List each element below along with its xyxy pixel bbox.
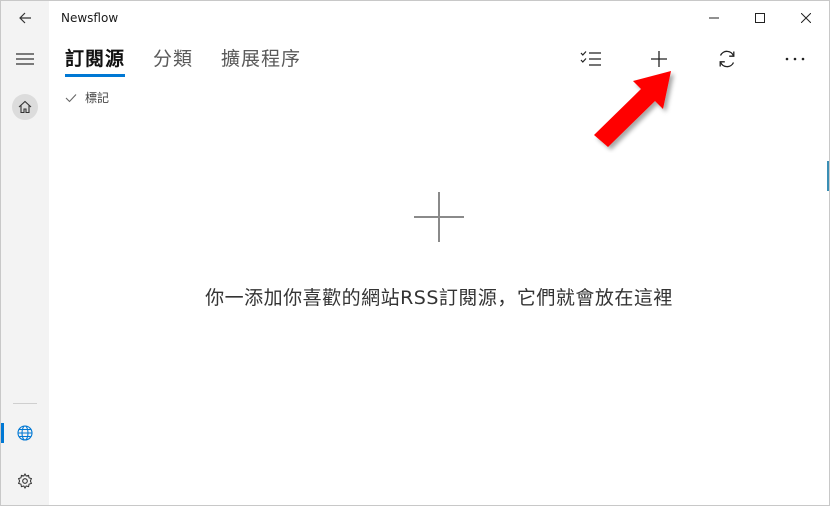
plus-icon <box>651 51 667 67</box>
gear-icon <box>17 473 33 489</box>
title-bar: Newsflow <box>1 1 829 35</box>
large-plus-icon <box>414 192 464 242</box>
minimize-icon <box>709 17 719 19</box>
empty-state: 你一添加你喜歡的網站RSS訂閱源，它們就會放在這裡 <box>49 191 829 310</box>
feeds-nav-button[interactable] <box>1 413 49 453</box>
window-controls <box>691 1 829 35</box>
home-icon <box>18 100 32 114</box>
empty-state-message: 你一添加你喜歡的網站RSS訂閱源，它們就會放在這裡 <box>205 287 673 309</box>
settings-button[interactable] <box>1 461 49 501</box>
more-icon <box>785 57 805 61</box>
sidebar-divider <box>13 403 37 404</box>
refresh-icon <box>719 50 735 68</box>
home-button[interactable] <box>1 87 49 127</box>
window-edge-accent <box>827 161 829 191</box>
section-tabs: 訂閱源 分類 擴展程序 <box>65 45 301 79</box>
more-options-button[interactable] <box>761 39 829 79</box>
red-arrow-pointer <box>594 71 671 147</box>
navigation-sidebar <box>1 35 49 505</box>
tab-categories[interactable]: 分類 <box>153 45 193 77</box>
app-window: Newsflow 訂閱源 分類 擴展程序 標記 你一添加你喜歡的網站RSS訂閱源… <box>0 0 830 506</box>
tab-subscriptions[interactable]: 訂閱源 <box>65 45 126 77</box>
menu-button[interactable] <box>1 39 49 79</box>
tab-extensions[interactable]: 擴展程序 <box>221 45 301 77</box>
maximize-icon <box>755 13 765 23</box>
home-highlight <box>12 94 38 120</box>
app-title: Newsflow <box>61 11 119 25</box>
checklist-icon <box>580 51 601 66</box>
back-button[interactable] <box>1 1 49 35</box>
refresh-button[interactable] <box>693 39 761 79</box>
mark-filter[interactable]: 標記 <box>65 89 109 106</box>
minimize-button[interactable] <box>691 1 737 35</box>
globe-icon <box>17 425 33 441</box>
close-button[interactable] <box>783 1 829 35</box>
check-icon <box>65 93 77 102</box>
mark-label: 標記 <box>85 91 110 105</box>
maximize-button[interactable] <box>737 1 783 35</box>
hamburger-icon <box>16 53 34 65</box>
back-arrow-icon <box>19 12 31 24</box>
close-icon <box>801 13 811 23</box>
